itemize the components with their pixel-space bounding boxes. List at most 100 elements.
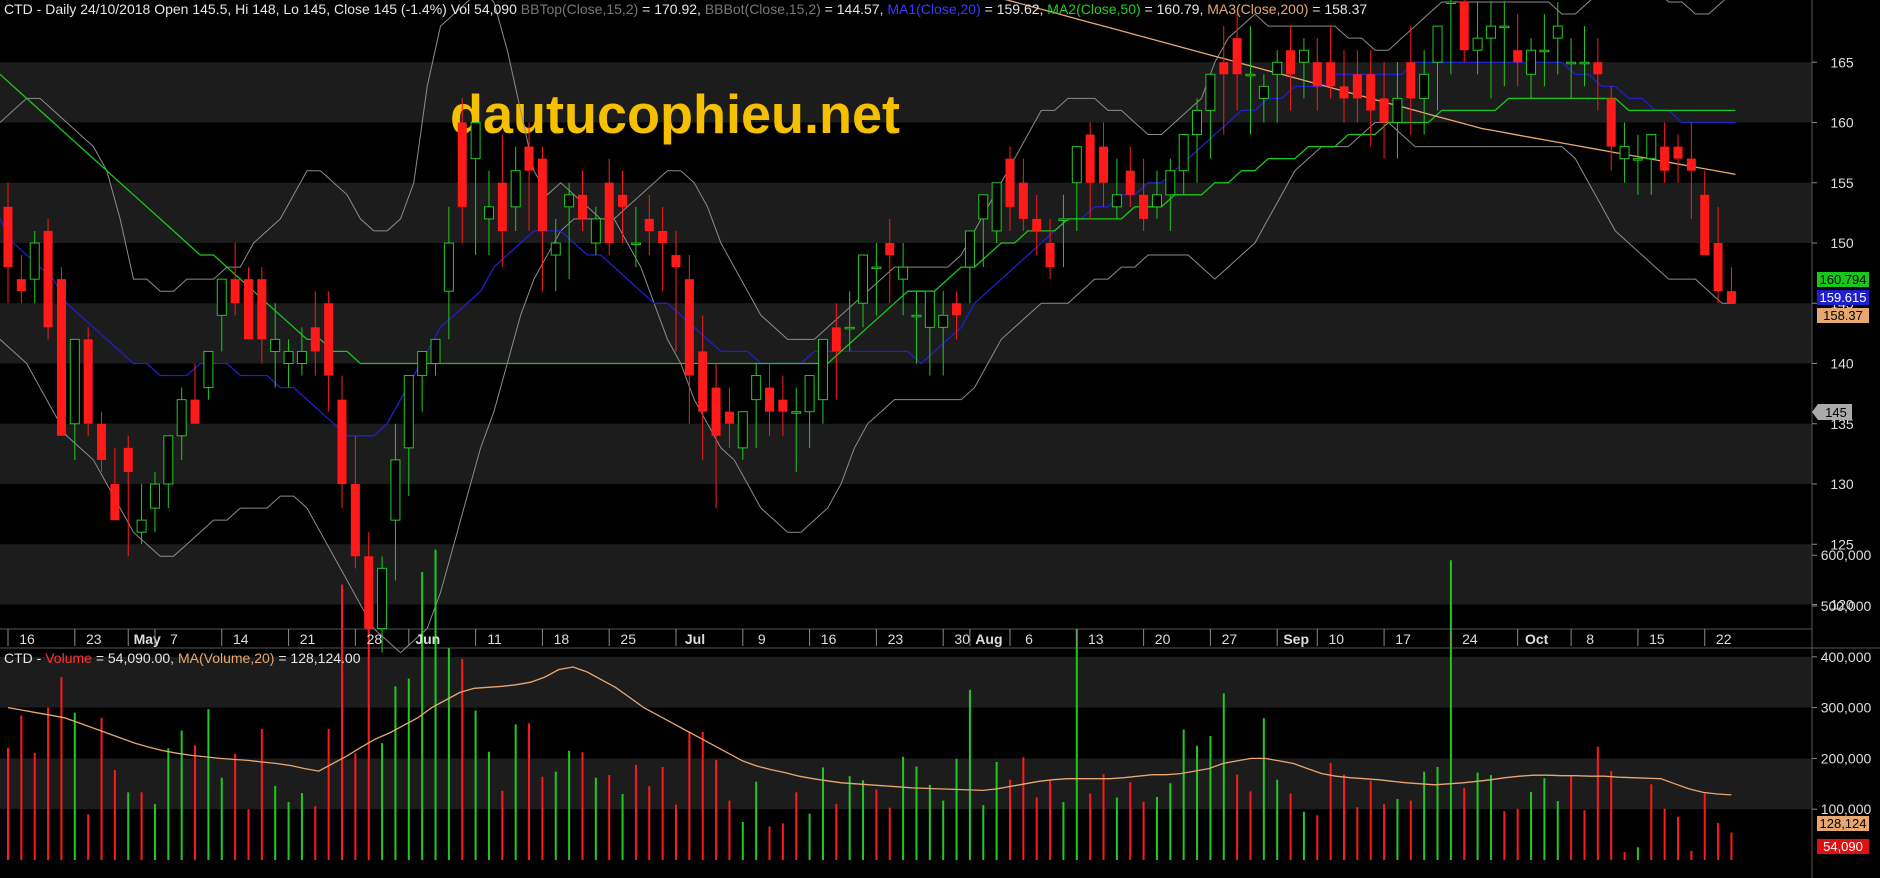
volume-band <box>0 758 1812 810</box>
date-tick-label: 28 <box>367 631 383 647</box>
candle-body <box>1245 73 1256 77</box>
price-band <box>0 182 1812 243</box>
candle-body <box>56 279 66 436</box>
candle-body <box>470 122 481 160</box>
ma2-badge: 160.794 <box>1817 272 1869 287</box>
candle-body <box>1352 74 1362 99</box>
candle-body <box>698 351 708 412</box>
date-tick-label: 16 <box>19 631 35 647</box>
date-tick-label: 6 <box>1025 631 1033 647</box>
volume-tick-label: 400,000 <box>1821 649 1872 665</box>
candle-body <box>216 278 227 316</box>
candle-body <box>1139 194 1149 219</box>
candle-body <box>858 254 869 304</box>
candle <box>43 218 53 340</box>
candle-body <box>537 158 547 231</box>
header-bbtop-value: = 170.92, <box>638 1 705 17</box>
header-ma1-label: MA1(Close,20) <box>887 1 980 17</box>
candle <box>83 327 93 436</box>
date-tick-label: Jun <box>415 631 440 647</box>
candle-body <box>1606 98 1616 147</box>
volume-header-sep: - <box>33 650 45 666</box>
volume-badge-text: 54,090 <box>1823 839 1863 854</box>
candle-body <box>1566 61 1577 65</box>
price-tick-label: 155 <box>1830 175 1854 191</box>
date-tick-label: 16 <box>821 631 837 647</box>
candle-body <box>1392 97 1403 124</box>
candle-body <box>123 447 133 472</box>
candle-body <box>1085 134 1095 183</box>
candle-body <box>1032 218 1042 231</box>
candle-body <box>270 338 281 352</box>
price-band <box>0 303 1812 364</box>
candle-body <box>1526 49 1537 75</box>
candle-body <box>483 206 494 220</box>
candle-body <box>1379 98 1389 123</box>
candle-body <box>443 242 454 292</box>
date-tick-label: 9 <box>758 631 766 647</box>
candle-body <box>991 182 1002 232</box>
candle-body <box>1326 62 1336 87</box>
candle-body <box>350 484 360 557</box>
candle-body <box>1619 146 1630 160</box>
date-tick-label: 8 <box>1586 631 1594 647</box>
candle-body <box>403 375 414 449</box>
price-band <box>0 423 1812 484</box>
candle-body <box>590 218 601 244</box>
candle-body <box>737 411 748 449</box>
candle-body <box>952 303 962 316</box>
candle-body <box>938 314 949 328</box>
candle-body <box>510 170 521 208</box>
candle-body <box>765 387 775 412</box>
price-tick-label: 160 <box>1830 115 1854 131</box>
date-tick-label: Oct <box>1525 631 1549 647</box>
header-ma2-label: MA2(Close,50) <box>1047 1 1140 17</box>
candle-body <box>1646 134 1657 160</box>
volume-header-ticker: CTD <box>4 650 33 666</box>
date-tick-label: 23 <box>86 631 102 647</box>
candle-body <box>817 338 828 401</box>
candle-body <box>1513 50 1523 63</box>
date-tick-label: 15 <box>1649 631 1665 647</box>
candle-body <box>978 194 989 220</box>
volume-ma-badge: 128,124 <box>1817 816 1869 831</box>
volume-header-ma-label: MA(Volume,20) <box>178 650 274 666</box>
volume-tick-label: 500,000 <box>1821 598 1872 614</box>
candle-body <box>190 399 200 424</box>
candle-body <box>1005 158 1015 207</box>
date-tick-label: 10 <box>1328 631 1344 647</box>
candle-body <box>550 242 561 256</box>
candle-body <box>791 411 802 414</box>
candle-body <box>230 279 240 304</box>
date-tick-label: Aug <box>975 631 1002 647</box>
candle-body <box>1272 61 1283 75</box>
watermark-text: dautucophieu.net <box>450 83 900 145</box>
candle-body <box>1232 38 1242 75</box>
price-band <box>0 544 1812 605</box>
header-price-info: - Daily 24/10/2018 Open 145.5, Hi 148, L… <box>33 1 521 17</box>
candle-body <box>310 327 320 352</box>
candle-body <box>3 206 13 268</box>
date-tick-label: 23 <box>888 631 904 647</box>
header-ticker: CTD <box>4 1 33 17</box>
candle-body <box>1472 37 1483 51</box>
candle-body <box>1298 49 1309 63</box>
candle-body <box>1432 25 1443 63</box>
candle-body <box>911 314 922 318</box>
candle-body <box>97 423 107 460</box>
candle-body <box>1632 158 1643 161</box>
date-tick-label: 21 <box>300 631 316 647</box>
candle-body <box>644 218 654 231</box>
candle-body <box>257 279 267 340</box>
date-tick-label: 20 <box>1155 631 1171 647</box>
header-ma2-value: = 160.79, <box>1141 1 1208 17</box>
ma3-badge-text: 158.37 <box>1823 308 1863 323</box>
candle-body <box>577 194 587 219</box>
date-tick-label: Sep <box>1283 631 1309 647</box>
volume-ma-badge-text: 128,124 <box>1820 816 1867 831</box>
header-bbtop-label: BBTop(Close,15,2) <box>521 1 639 17</box>
candle-body <box>751 375 762 401</box>
date-tick-label: 30 <box>954 631 970 647</box>
candle-body <box>1366 74 1376 111</box>
candle <box>56 267 66 436</box>
